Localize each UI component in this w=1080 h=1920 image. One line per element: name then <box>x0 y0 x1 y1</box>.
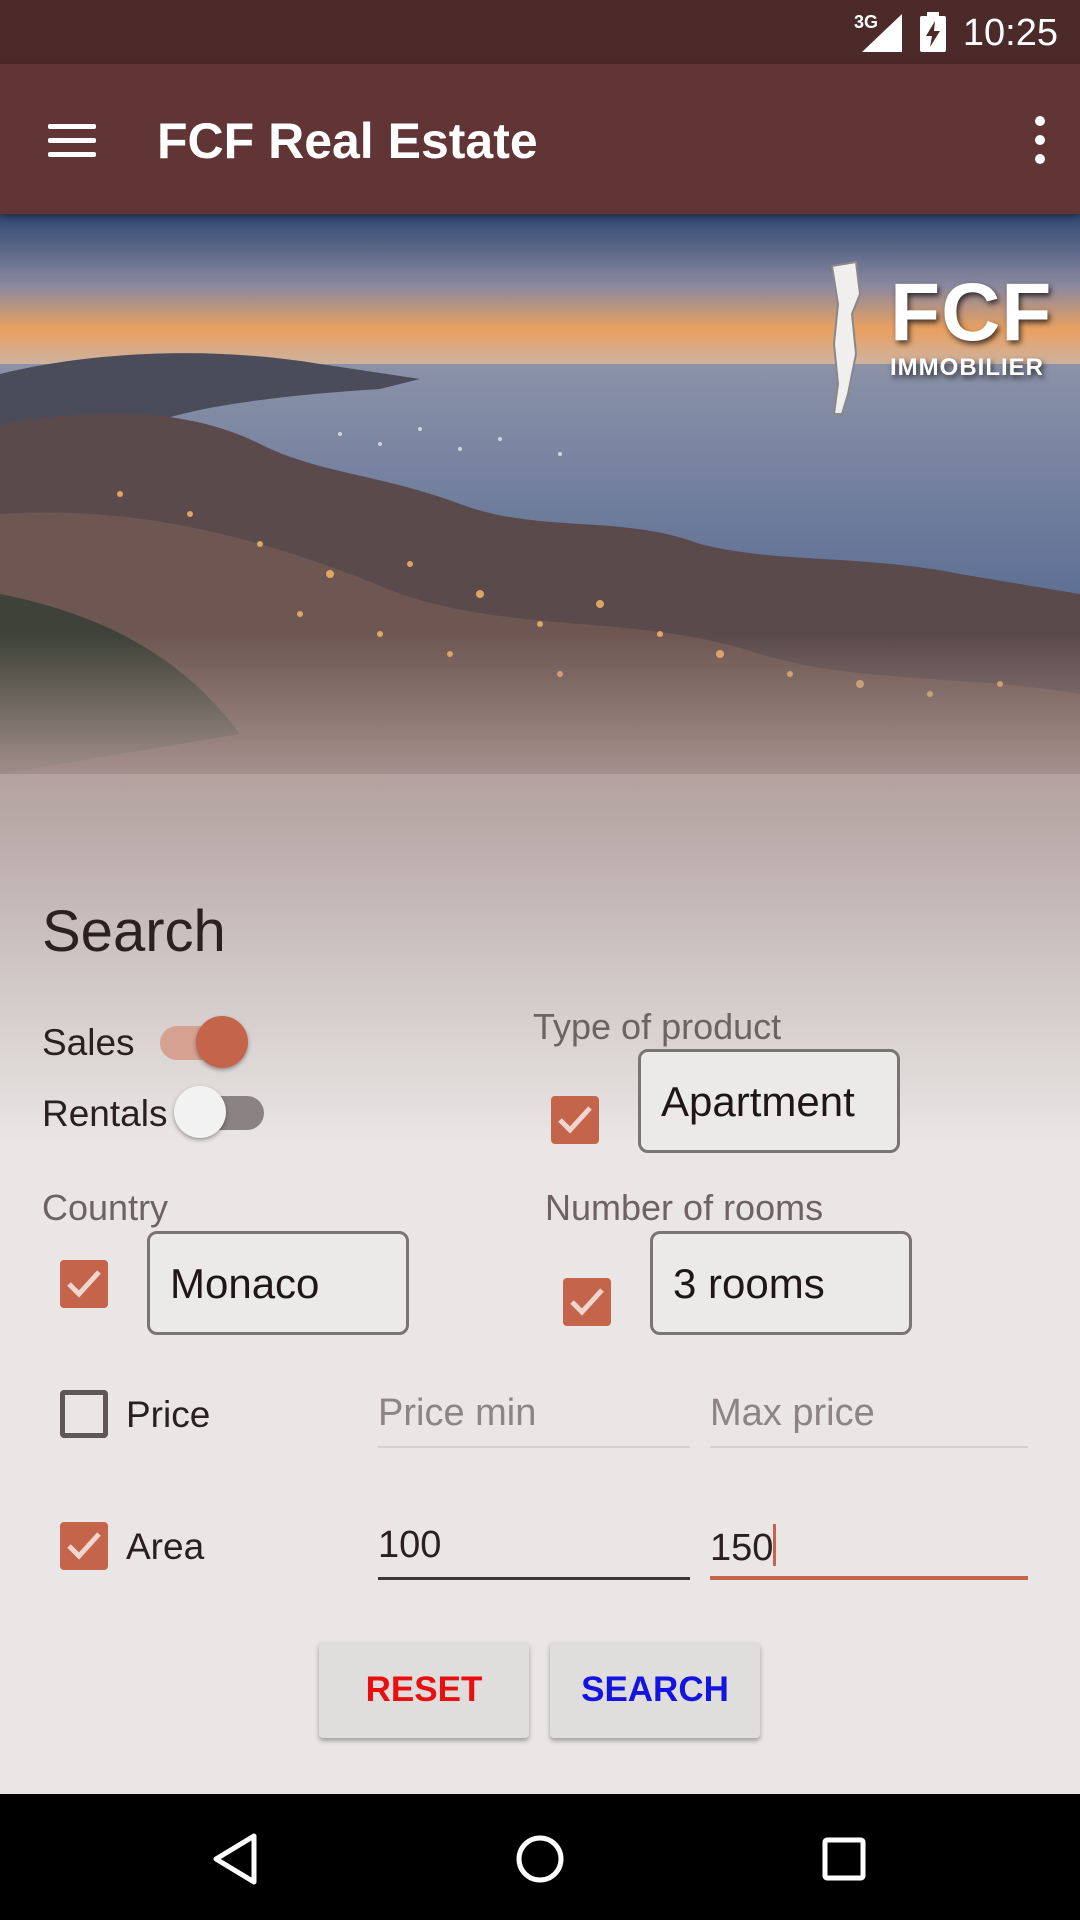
back-triangle-icon[interactable] <box>202 1824 272 1894</box>
battery-charging-icon <box>920 12 946 52</box>
price-label: Price <box>126 1394 211 1435</box>
area-label: Area <box>126 1526 205 1567</box>
app-bar: FCF Real Estate <box>0 64 1080 214</box>
hero-banner-image: FCF IMMOBILIER <box>0 214 1080 1144</box>
type-of-product-checkbox[interactable] <box>551 1096 599 1144</box>
text-caret <box>773 1524 777 1566</box>
hamburger-menu-icon[interactable] <box>44 118 100 162</box>
number-of-rooms-select[interactable]: 3 rooms <box>650 1231 912 1335</box>
logo-main-text: FCF <box>890 267 1053 358</box>
home-circle-icon[interactable] <box>505 1824 575 1894</box>
fcf-logo: FCF IMMOBILIER <box>890 272 1052 382</box>
country-checkbox[interactable] <box>60 1260 108 1308</box>
type-of-product-select[interactable]: Apartment <box>638 1049 900 1153</box>
area-max-input[interactable]: 150 <box>710 1516 1028 1580</box>
app-title: FCF Real Estate <box>157 113 538 169</box>
sales-label: Sales <box>42 1022 135 1063</box>
price-min-input[interactable]: Price min <box>378 1384 690 1448</box>
rentals-switch[interactable] <box>174 1078 270 1142</box>
check-icon <box>67 1532 101 1560</box>
type-of-product-label: Type of product <box>533 1006 782 1047</box>
check-icon <box>558 1106 592 1134</box>
country-label: Country <box>42 1187 169 1228</box>
system-navigation-bar <box>0 1794 1080 1920</box>
search-button[interactable]: SEARCH <box>550 1642 760 1738</box>
area-min-input[interactable]: 100 <box>378 1516 690 1580</box>
check-icon <box>67 1270 101 1298</box>
area-max-value: 150 <box>710 1527 774 1569</box>
sales-switch[interactable] <box>154 1008 250 1072</box>
check-icon <box>570 1288 604 1316</box>
logo-sub-text: IMMOBILIER <box>890 354 1044 381</box>
number-of-rooms-checkbox[interactable] <box>563 1278 611 1326</box>
search-heading: Search <box>42 899 226 964</box>
clock: 10:25 <box>962 12 1058 54</box>
max-price-input[interactable]: Max price <box>710 1384 1028 1448</box>
price-checkbox[interactable] <box>60 1390 108 1438</box>
area-checkbox[interactable] <box>60 1522 108 1570</box>
rentals-label: Rentals <box>42 1093 168 1134</box>
area-min-value: 100 <box>378 1524 442 1566</box>
number-of-rooms-label: Number of rooms <box>545 1187 824 1228</box>
reset-button[interactable]: RESET <box>319 1642 529 1738</box>
signal-icon <box>862 14 902 52</box>
status-bar: 3G 10:25 <box>0 0 1080 64</box>
country-select[interactable]: Monaco <box>147 1231 409 1335</box>
recents-square-icon[interactable] <box>809 1824 879 1894</box>
more-vert-icon[interactable] <box>1014 108 1066 172</box>
